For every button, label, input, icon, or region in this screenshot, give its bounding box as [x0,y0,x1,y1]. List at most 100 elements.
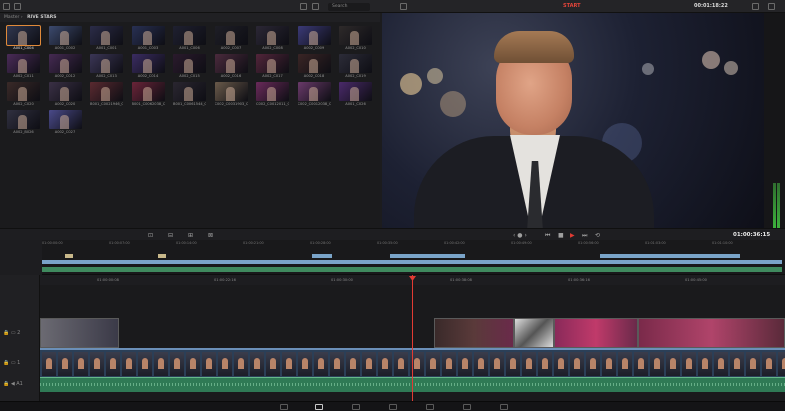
clip-thumbnail [131,82,165,101]
media-clip[interactable]: A001_C002 [48,26,82,53]
stop-icon[interactable]: ■ [558,232,564,239]
media-clip[interactable]: A002_C010 [339,26,372,53]
media-clip[interactable]: A002_C007 [214,26,248,53]
v2-clip[interactable] [40,318,119,348]
track-v2-controls[interactable]: 🔒 ▭ 2 [3,330,20,336]
media-clip[interactable]: C002_C0031903_C... [214,82,248,109]
media-clip[interactable]: A002_C008 [256,26,289,53]
media-clip[interactable]: A001_C001 [90,26,123,53]
thumbnail-view-icon[interactable] [300,3,307,10]
thumbnail-figure [350,59,359,73]
media-clip[interactable]: A002_C020 [7,82,40,109]
tool-icon[interactable]: ⊡ [148,232,153,239]
media-clip[interactable]: A002_C013 [90,54,123,81]
search-input[interactable]: Search [328,3,370,11]
filmstrip-frame [426,352,440,376]
grid-view-icon[interactable] [14,3,21,10]
media-clip[interactable]: A002_C018 [297,54,331,81]
clip-thumbnail [131,54,165,73]
overview-ruler[interactable]: 01:00:00:00 01:00:07:00 01:00:14:00 01:00:2… [42,240,785,246]
media-clip[interactable]: A001_C003 [131,26,165,53]
filmstrip-frame [394,352,408,376]
v2-clip[interactable] [554,318,638,348]
tool-icon[interactable]: ⊠ [208,232,213,239]
track-v1-controls[interactable]: 🔒 ▭ 1 [3,360,20,366]
track-v2-label: 2 [17,330,21,336]
deliver-page-icon[interactable] [500,404,508,410]
breadcrumb-root[interactable]: Master [4,15,19,20]
transition-clip[interactable] [514,318,554,348]
media-clip[interactable]: A001_C006 [173,26,206,53]
play-icon[interactable]: ▶ [570,232,575,239]
media-clip[interactable]: A002_C017 [256,54,289,81]
v2-clip[interactable] [638,318,785,348]
clip-thumbnail [256,26,289,45]
media-clip[interactable]: A002_C020 [48,82,82,109]
edit-page-icon[interactable] [352,404,360,410]
filmstrip-frame [362,352,376,376]
media-pool: A001_C004 A001_C002 A001_C001 A001_C003 A001… [0,22,380,228]
timeline[interactable]: 🔒 ▭ 2 🔒 ▭ 1 🔒 ◀ A1 01:00:00:08 01:00:22:1… [0,275,785,401]
media-clip[interactable]: A002_C019 [339,54,372,81]
go-start-icon[interactable]: ⏮ [545,232,550,240]
go-end-icon[interactable]: ⏭ [582,232,587,240]
fullscreen-icon[interactable] [752,3,759,10]
media-clip[interactable]: A002_C009 [297,26,331,53]
media-clip[interactable]: A002_C014 [131,54,165,81]
clip-thumbnail [339,26,372,45]
fairlight-page-icon[interactable] [463,404,471,410]
media-clip[interactable]: B001_C0062038_C... [131,82,165,109]
media-clip[interactable]: A002_C016 [214,54,248,81]
overview-timeline[interactable]: 01:00:00:00 01:00:07:00 01:00:14:00 01:00:2… [0,240,785,275]
overview-audio [42,267,782,272]
thumbnail-figure [59,59,69,73]
media-clip[interactable]: A002_C015 [173,54,206,81]
filmstrip-frame [266,352,280,376]
clip-thumbnail [339,54,372,73]
media-clip[interactable]: A002_C011 [7,54,40,81]
media-clip[interactable]: A002_C012 [48,54,82,81]
thumbnail-figure [184,87,193,101]
playhead[interactable] [412,275,413,401]
thumbnail-figure [267,59,276,73]
clip-thumbnail [173,26,206,45]
cut-page-icon[interactable] [315,404,323,410]
thumbnail-figure [142,59,152,73]
breadcrumb-bin[interactable]: RIVE STARS [27,15,56,20]
close-icon[interactable] [768,3,775,10]
clip-label: A002_C016 [220,74,242,78]
media-page-icon[interactable] [280,404,288,410]
media-clip[interactable]: A002_C027 [48,110,82,137]
media-clip[interactable]: B001_C0021946_C... [90,82,123,109]
media-clip[interactable]: B001_C0061544_C... [173,82,206,109]
fusion-page-icon[interactable] [389,404,397,410]
v2-clip[interactable] [434,318,514,348]
tool-icon[interactable]: ⊞ [188,232,193,239]
thumbnail-figure [59,115,69,129]
track-a1-label: A1 [16,381,23,387]
tool-icon[interactable]: ⊟ [168,232,173,239]
thumbnail-figure [101,59,110,73]
media-clip[interactable]: C002_C0012011_C... [256,82,289,109]
timeline-tick-label: 01:00:22:16 [214,278,236,282]
media-clip[interactable]: A001_C026 [339,82,372,109]
clip-thumbnail [256,54,289,73]
media-clip[interactable]: A002_B026 [7,110,40,137]
track-a1-controls[interactable]: 🔒 ◀ A1 [3,381,23,387]
clip-label: C002_C0012038_C... [297,102,331,106]
source-viewer[interactable] [382,13,764,228]
jog-prev-icon[interactable]: ‹ ● › [513,232,527,239]
loop-icon[interactable]: ⟲ [595,232,600,239]
clip-label: A002_C020 [13,102,34,106]
media-clip[interactable]: A001_C004 [6,25,41,53]
thumbnail-figure [184,59,193,73]
viewer-layout-icon[interactable] [400,3,407,10]
timeline-tick-label: 01:00:36:16 [568,278,590,282]
filmstrip-frame [698,352,712,376]
clip-label: A002_C007 [220,46,242,50]
media-clip[interactable]: C002_C0012038_C... [297,82,331,109]
thumbnail-figure [59,31,69,45]
color-page-icon[interactable] [426,404,434,410]
list-view-icon[interactable] [312,3,319,10]
media-pool-icon[interactable] [3,3,10,10]
